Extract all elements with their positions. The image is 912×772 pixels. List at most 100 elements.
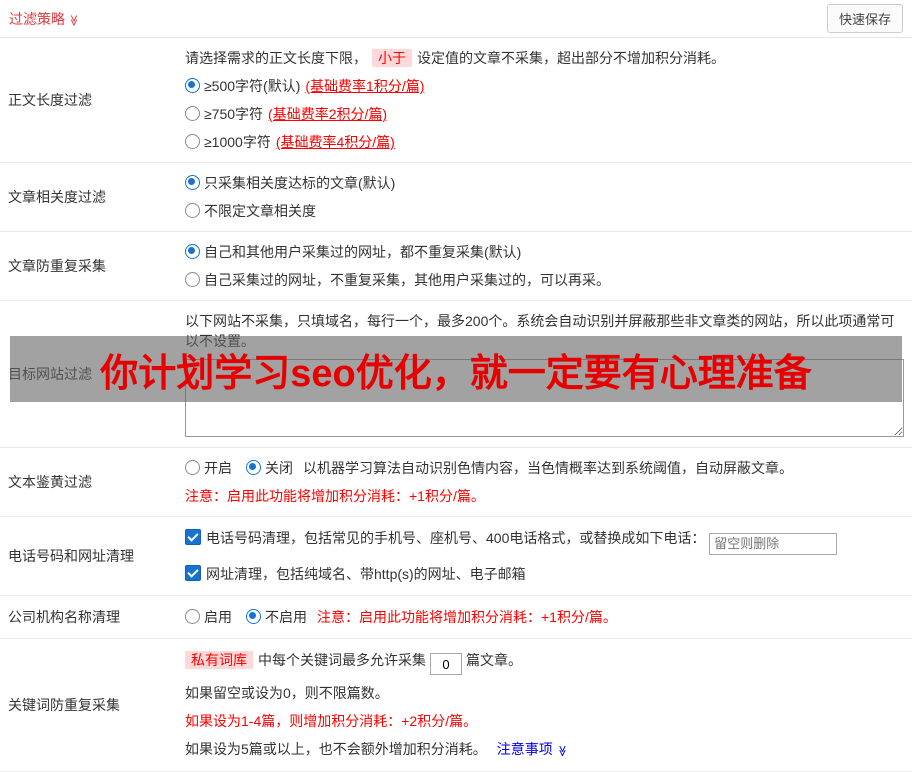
keyword-limit-line: 私有词库中每个关键词最多允许采集 篇文章。 bbox=[185, 649, 904, 676]
checkbox-phone-clean[interactable]: 电话号码清理，包括常见的手机号、座机号、400电话格式，或替换成如下电话： bbox=[185, 530, 705, 546]
private-lexicon-highlight: 私有词库 bbox=[185, 651, 253, 669]
radio-label: 不限定文章相关度 bbox=[204, 203, 316, 219]
radio-length-750[interactable]: ≥750字符 bbox=[185, 106, 263, 122]
radio-relevance-any[interactable]: 不限定文章相关度 bbox=[185, 203, 316, 219]
radio-porn-on[interactable]: 开启 bbox=[185, 460, 232, 476]
radio-label: 自己采集过的网址，不重复采集，其他用户采集过的，可以再采。 bbox=[204, 272, 610, 288]
replace-phone-input[interactable] bbox=[709, 533, 837, 555]
row-label-relevance: 文章相关度过滤 bbox=[0, 163, 185, 231]
radio-relevance-strict[interactable]: 只采集相关度达标的文章(默认) bbox=[185, 175, 395, 191]
row-content-porn-filter: 开启关闭以机器学习算法自动识别色情内容，当色情概率达到系统阈值，自动屏蔽文章。 … bbox=[185, 448, 912, 516]
row-content-company-clean: 启用 不启用注意：启用此功能将增加积分消耗：+1积分/篇。 bbox=[185, 596, 912, 638]
company-clean-options: 启用 不启用注意：启用此功能将增加积分消耗：+1积分/篇。 bbox=[185, 606, 904, 628]
radio-label: 自己和其他用户采集过的网址，都不重复采集(默认) bbox=[204, 244, 521, 260]
url-clean-line: 网址清理，包括纯域名、带http(s)的网址、电子邮箱 bbox=[185, 563, 904, 585]
relevance-option-strict: 只采集相关度达标的文章(默认) bbox=[185, 173, 904, 193]
row-label-dedup: 文章防重复采集 bbox=[0, 232, 185, 300]
radio-dedup-global[interactable]: 自己和其他用户采集过的网址，都不重复采集(默认) bbox=[185, 244, 521, 260]
relevance-option-any: 不限定文章相关度 bbox=[185, 201, 904, 221]
radio-porn-off[interactable]: 关闭 bbox=[246, 460, 293, 476]
page-title[interactable]: 过滤策略≫ bbox=[9, 9, 80, 29]
porn-filter-desc: 以机器学习算法自动识别色情内容，当色情概率达到系统阈值，自动屏蔽文章。 bbox=[303, 460, 793, 476]
page-title-text: 过滤策略 bbox=[9, 11, 65, 27]
radio-checked-icon bbox=[185, 78, 200, 93]
length-option-1000: ≥1000字符 (基础费率4积分/篇) bbox=[185, 132, 904, 152]
length-intro-highlight: 小于 bbox=[372, 49, 412, 67]
radio-label: ≥1000字符 bbox=[204, 134, 271, 150]
radio-unchecked-icon bbox=[185, 272, 200, 287]
keyword-note-fee: 如果设为1-4篇，则增加积分消耗：+2积分/篇。 bbox=[185, 711, 904, 731]
top-bar: 过滤策略≫ 快速保存 bbox=[0, 0, 912, 38]
row-label-content-length: 正文长度过滤 bbox=[0, 38, 185, 162]
radio-label: 不启用 bbox=[265, 609, 307, 625]
radio-checked-icon bbox=[246, 460, 261, 475]
length-intro: 请选择需求的正文长度下限， 小于设定值的文章不采集，超出部分不增加积分消耗。 bbox=[185, 48, 904, 68]
checkbox-label: 网址清理，包括纯域名、带http(s)的网址、电子邮箱 bbox=[206, 566, 526, 582]
radio-length-500[interactable]: ≥500字符(默认) bbox=[185, 78, 300, 94]
section-keyword-dedup: 关键词防重复采集 私有词库中每个关键词最多允许采集 篇文章。 如果留空或设为0，则… bbox=[0, 639, 912, 772]
radio-unchecked-icon bbox=[185, 609, 200, 624]
watermark-text: 你计划学习seo优化，就一定要有心理准备 bbox=[100, 342, 811, 397]
row-content-dedup: 自己和其他用户采集过的网址，都不重复采集(默认) 自己采集过的网址，不重复采集，… bbox=[185, 232, 912, 300]
chevron-down-icon: ≫ bbox=[67, 14, 80, 26]
chevron-down-icon: ≫ bbox=[552, 745, 572, 757]
dedup-option-self: 自己采集过的网址，不重复采集，其他用户采集过的，可以再采。 bbox=[185, 270, 904, 290]
row-content-phone-url-clean: 电话号码清理，包括常见的手机号、座机号、400电话格式，或替换成如下电话： 网址… bbox=[185, 517, 912, 595]
section-phone-url-clean: 电话号码和网址清理 电话号码清理，包括常见的手机号、座机号、400电话格式，或替… bbox=[0, 517, 912, 596]
porn-filter-note: 注意：启用此功能将增加积分消耗：+1积分/篇。 bbox=[185, 486, 904, 506]
radio-checked-icon bbox=[246, 609, 261, 624]
quick-save-button[interactable]: 快速保存 bbox=[827, 4, 903, 33]
notice-link[interactable]: 注意事项≫ bbox=[497, 741, 568, 757]
row-label-porn-filter: 文本鉴黄过滤 bbox=[0, 448, 185, 516]
row-label-company-clean: 公司机构名称清理 bbox=[0, 596, 185, 638]
checkbox-checked-icon bbox=[185, 529, 201, 545]
radio-unchecked-icon bbox=[185, 134, 200, 149]
keyword-limit-post: 篇文章。 bbox=[466, 652, 522, 668]
row-label-keyword-dedup: 关键词防重复采集 bbox=[0, 639, 185, 772]
section-relevance: 文章相关度过滤 只采集相关度达标的文章(默认) 不限定文章相关度 bbox=[0, 163, 912, 232]
radio-label: ≥500字符(默认) bbox=[204, 78, 300, 94]
radio-label: ≥750字符 bbox=[204, 106, 263, 122]
fee-note-500: (基础费率1积分/篇) bbox=[305, 78, 424, 94]
fee-note-750: (基础费率2积分/篇) bbox=[268, 106, 387, 122]
radio-unchecked-icon bbox=[185, 203, 200, 218]
length-option-500: ≥500字符(默认) (基础费率1积分/篇) bbox=[185, 76, 904, 96]
notice-link-text: 注意事项 bbox=[497, 741, 553, 757]
porn-filter-options: 开启 关闭以机器学习算法自动识别色情内容，当色情概率达到系统阈值，自动屏蔽文章。 bbox=[185, 458, 904, 478]
keyword-note-five-text: 如果设为5篇或以上，也不会额外增加积分消耗。 bbox=[185, 741, 487, 757]
company-clean-note: 注意：启用此功能将增加积分消耗：+1积分/篇。 bbox=[317, 609, 617, 625]
phone-clean-line: 电话号码清理，包括常见的手机号、座机号、400电话格式，或替换成如下电话： bbox=[185, 527, 904, 555]
keyword-limit-input[interactable] bbox=[430, 653, 462, 675]
radio-dedup-self[interactable]: 自己采集过的网址，不重复采集，其他用户采集过的，可以再采。 bbox=[185, 272, 610, 288]
checkbox-label: 电话号码清理，包括常见的手机号、座机号、400电话格式，或替换成如下电话： bbox=[206, 530, 705, 546]
length-intro-post: 设定值的文章不采集，超出部分不增加积分消耗。 bbox=[417, 50, 725, 66]
keyword-note-five: 如果设为5篇或以上，也不会额外增加积分消耗。注意事项≫ bbox=[185, 739, 904, 761]
radio-label: 启用 bbox=[204, 609, 232, 625]
length-intro-pre: 请选择需求的正文长度下限， bbox=[185, 50, 367, 66]
checkbox-checked-icon bbox=[185, 565, 201, 581]
radio-label: 只采集相关度达标的文章(默认) bbox=[204, 175, 395, 191]
radio-label: 关闭 bbox=[265, 460, 293, 476]
row-content-content-length: 请选择需求的正文长度下限， 小于设定值的文章不采集，超出部分不增加积分消耗。 ≥5… bbox=[185, 38, 912, 162]
radio-unchecked-icon bbox=[185, 106, 200, 121]
dedup-option-global: 自己和其他用户采集过的网址，都不重复采集(默认) bbox=[185, 242, 904, 262]
length-option-750: ≥750字符 (基础费率2积分/篇) bbox=[185, 104, 904, 124]
radio-company-on[interactable]: 启用 bbox=[185, 609, 232, 625]
radio-company-off[interactable]: 不启用 bbox=[246, 609, 307, 625]
keyword-limit-mid: 中每个关键词最多允许采集 bbox=[258, 652, 426, 668]
radio-checked-icon bbox=[185, 244, 200, 259]
section-content-length: 正文长度过滤 请选择需求的正文长度下限， 小于设定值的文章不采集，超出部分不增加积… bbox=[0, 38, 912, 163]
fee-note-1000: (基础费率4积分/篇) bbox=[276, 134, 395, 150]
radio-label: 开启 bbox=[204, 460, 232, 476]
section-porn-filter: 文本鉴黄过滤 开启 关闭以机器学习算法自动识别色情内容，当色情概率达到系统阈值，自… bbox=[0, 448, 912, 517]
row-label-phone-url-clean: 电话号码和网址清理 bbox=[0, 517, 185, 595]
row-content-relevance: 只采集相关度达标的文章(默认) 不限定文章相关度 bbox=[185, 163, 912, 231]
keyword-note-zero: 如果留空或设为0，则不限篇数。 bbox=[185, 683, 904, 703]
checkbox-url-clean[interactable]: 网址清理，包括纯域名、带http(s)的网址、电子邮箱 bbox=[185, 566, 526, 582]
row-content-keyword-dedup: 私有词库中每个关键词最多允许采集 篇文章。 如果留空或设为0，则不限篇数。 如果设… bbox=[185, 639, 912, 772]
watermark-overlay: 你计划学习seo优化，就一定要有心理准备 bbox=[10, 336, 902, 402]
radio-unchecked-icon bbox=[185, 460, 200, 475]
radio-length-1000[interactable]: ≥1000字符 bbox=[185, 134, 271, 150]
radio-checked-icon bbox=[185, 175, 200, 190]
section-company-clean: 公司机构名称清理 启用 不启用注意：启用此功能将增加积分消耗：+1积分/篇。 bbox=[0, 596, 912, 639]
